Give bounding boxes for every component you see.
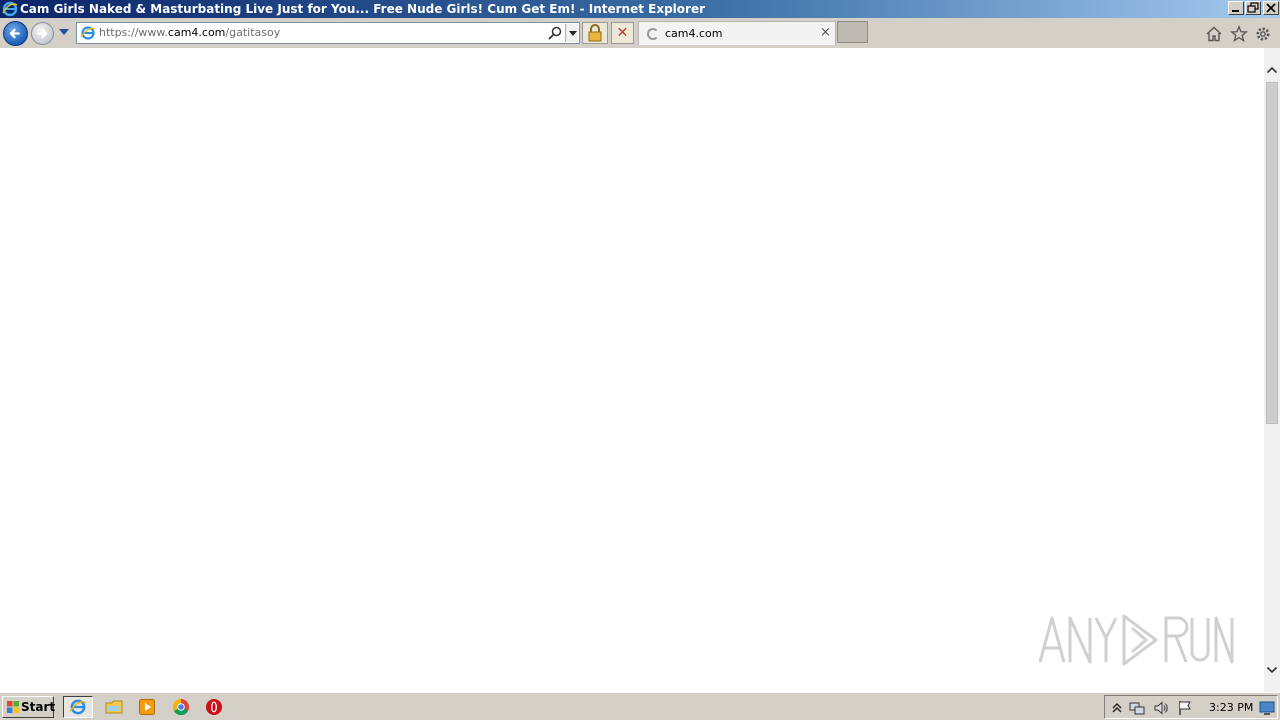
recent-pages-dropdown[interactable] <box>59 29 69 35</box>
address-dropdown-button[interactable] <box>565 24 578 42</box>
navigation-bar: https://www.cam4.com/gatitasoy ✕ cam4.co… <box>0 18 1280 48</box>
scroll-up-button[interactable] <box>1264 62 1280 78</box>
tab-close-icon[interactable]: × <box>820 25 831 41</box>
network-icon[interactable] <box>1129 700 1145 716</box>
taskbar-internet-explorer[interactable] <box>63 696 93 718</box>
taskbar-chrome[interactable] <box>166 696 196 718</box>
address-bar[interactable]: https://www.cam4.com/gatitasoy <box>76 22 580 44</box>
search-icon[interactable] <box>547 25 563 41</box>
close-window-button[interactable] <box>1263 1 1279 15</box>
url-scheme: https://www. <box>99 26 168 39</box>
page-content <box>0 48 1264 692</box>
tab-label: cam4.com <box>665 27 723 40</box>
ie-logo-icon <box>2 1 18 17</box>
back-arrow-icon <box>9 28 20 39</box>
minimize-icon <box>1232 10 1239 12</box>
taskbar: Start 3:23 PM <box>0 692 1280 720</box>
taskbar-windows-explorer[interactable] <box>99 696 129 718</box>
scroll-thumb[interactable] <box>1266 82 1278 424</box>
back-button[interactable] <box>3 21 28 46</box>
gear-icon[interactable] <box>1254 25 1272 43</box>
internet-explorer-icon <box>69 699 87 715</box>
taskbar-opera[interactable] <box>199 696 229 718</box>
stop-icon: ✕ <box>616 25 629 41</box>
opera-icon <box>206 699 222 715</box>
url-text[interactable]: https://www.cam4.com/gatitasoy <box>99 25 280 41</box>
ie-page-icon <box>80 26 96 40</box>
system-tray: 3:23 PM <box>1104 695 1278 719</box>
chrome-icon <box>172 698 189 716</box>
stop-button[interactable]: ✕ <box>611 22 634 44</box>
star-icon[interactable] <box>1230 25 1248 43</box>
show-hidden-icons-icon[interactable] <box>1109 700 1125 716</box>
minimize-button[interactable] <box>1228 1 1244 15</box>
new-tab-button[interactable] <box>837 21 868 43</box>
restore-icon <box>1247 2 1259 13</box>
start-label: Start <box>21 700 56 714</box>
anyrun-watermark-logo <box>1038 614 1234 666</box>
folder-icon <box>105 700 123 714</box>
forward-arrow-icon <box>37 28 48 39</box>
taskbar-media-player[interactable] <box>132 696 162 718</box>
vertical-scrollbar[interactable] <box>1264 48 1280 692</box>
restore-button[interactable] <box>1245 1 1261 15</box>
action-center-flag-icon[interactable] <box>1177 700 1193 716</box>
chevron-up-icon <box>1266 66 1278 74</box>
forward-button[interactable] <box>31 22 54 45</box>
tab-cam4[interactable]: cam4.com × <box>638 21 836 45</box>
show-desktop-icon[interactable] <box>1259 700 1275 716</box>
close-icon <box>1266 3 1276 13</box>
media-player-icon <box>139 699 155 715</box>
url-path: /gatitasoy <box>225 26 281 39</box>
start-button[interactable]: Start <box>2 696 56 718</box>
url-domain: cam4.com <box>167 26 226 39</box>
window-titlebar: Cam Girls Naked & Masturbating Live Just… <box>0 0 1280 18</box>
windows-logo-icon <box>7 701 19 713</box>
window-title: Cam Girls Naked & Masturbating Live Just… <box>20 2 706 16</box>
security-lock-button[interactable] <box>582 22 608 44</box>
taskbar-clock[interactable]: 3:23 PM <box>1209 700 1253 716</box>
volume-icon[interactable] <box>1153 700 1169 716</box>
loading-spinner-icon <box>647 28 659 40</box>
lock-icon <box>588 24 602 42</box>
chevron-down-icon <box>1266 666 1278 674</box>
scroll-down-button[interactable] <box>1264 662 1280 678</box>
home-icon[interactable] <box>1205 25 1223 43</box>
